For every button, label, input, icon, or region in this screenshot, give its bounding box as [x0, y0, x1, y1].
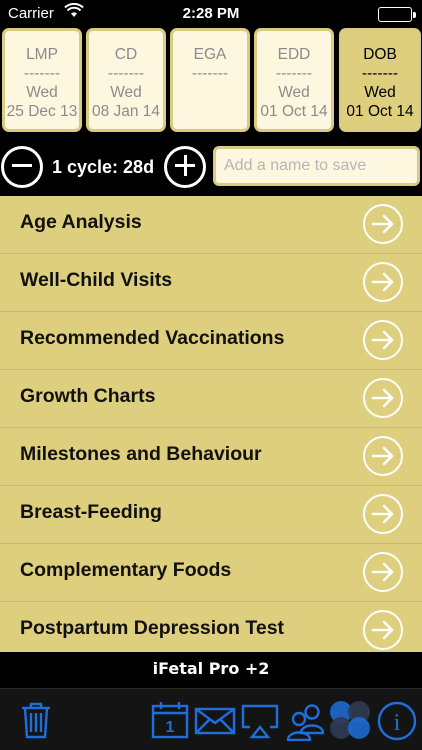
card-divider: -------: [107, 65, 145, 82]
cycle-length-label: 1 cycle: 28d: [52, 157, 155, 177]
menu-item-label: Recommended Vaccinations: [20, 327, 285, 349]
date-cards: LMP ------- Wed 25 Dec 13 CD ------- Wed…: [0, 28, 422, 134]
app-title: iFetal Pro +2: [0, 652, 422, 688]
menu-item-label: Age Analysis: [20, 211, 142, 233]
card-cd[interactable]: CD ------- Wed 08 Jan 14: [86, 28, 166, 132]
info-glyph: i: [394, 710, 401, 736]
card-date: 01 Oct 14: [260, 103, 328, 120]
card-day: Wed: [278, 84, 310, 101]
menu-item-label: Postpartum Depression Test: [20, 617, 285, 639]
card-day: Wed: [364, 84, 396, 101]
clock-time: 2:28 PM: [182, 5, 240, 22]
card-label: EDD: [277, 46, 311, 63]
card-label: EGA: [193, 46, 227, 63]
battery-icon: [378, 7, 416, 22]
card-divider: -------: [191, 65, 229, 82]
menu-item-breast-feeding[interactable]: Breast-Feeding: [0, 486, 422, 544]
card-label: LMP: [26, 46, 58, 63]
card-divider: -------: [275, 65, 313, 82]
card-edd[interactable]: EDD ------- Wed 01 Oct 14: [254, 28, 334, 132]
arrow-right-icon[interactable]: [363, 320, 403, 360]
decrease-cycle-button[interactable]: [1, 146, 43, 188]
increase-cycle-button[interactable]: [164, 146, 206, 188]
arrow-right-icon[interactable]: [363, 436, 403, 476]
card-date: 01 Oct 14: [346, 103, 414, 120]
menu-item-well-child-visits[interactable]: Well-Child Visits: [0, 254, 422, 312]
menu-item-milestones-and-behaviour[interactable]: Milestones and Behaviour: [0, 428, 422, 486]
card-lmp[interactable]: LMP ------- Wed 25 Dec 13: [2, 28, 82, 132]
info-icon[interactable]: i: [377, 701, 417, 746]
menu-item-label: Breast-Feeding: [20, 501, 162, 523]
menu-item-label: Complementary Foods: [20, 559, 232, 581]
menu-item-label: Well-Child Visits: [20, 269, 173, 291]
minus-icon: [12, 164, 32, 167]
card-label: CD: [114, 46, 138, 63]
mail-icon[interactable]: [194, 707, 236, 740]
bottom-toolbar: 1 i: [0, 688, 422, 750]
menu-item-growth-charts[interactable]: Growth Charts: [0, 370, 422, 428]
name-input[interactable]: [213, 146, 420, 186]
card-divider: -------: [361, 65, 399, 82]
menu-item-label: Growth Charts: [20, 385, 156, 407]
calendar-icon[interactable]: 1: [151, 701, 189, 744]
card-ega[interactable]: EGA -------: [170, 28, 250, 132]
arrow-right-icon[interactable]: [363, 552, 403, 592]
calendar-number: 1: [166, 719, 175, 736]
arrow-right-icon[interactable]: [363, 610, 403, 650]
card-date: 08 Jan 14: [91, 103, 161, 120]
card-label: DOB: [363, 46, 397, 63]
card-divider: -------: [23, 65, 61, 82]
status-bar: Carrier 2:28 PM: [0, 0, 422, 28]
contacts-icon[interactable]: [285, 703, 327, 746]
airplay-icon[interactable]: [240, 703, 280, 744]
card-dob[interactable]: DOB ------- Wed 01 Oct 14: [339, 28, 421, 132]
menu-item-postpartum-depression-test[interactable]: Postpartum Depression Test: [0, 602, 422, 652]
menu-list: Age Analysis Well-Child Visits Recommend…: [0, 196, 422, 652]
card-day: Wed: [110, 84, 142, 101]
card-date: 25 Dec 13: [6, 103, 78, 120]
menu-item-label: Milestones and Behaviour: [20, 443, 262, 465]
cycle-row: 1 cycle: 28d: [0, 140, 422, 196]
arrow-right-icon[interactable]: [363, 494, 403, 534]
card-day: Wed: [26, 84, 58, 101]
menu-item-age-analysis[interactable]: Age Analysis: [0, 196, 422, 254]
menu-item-recommended-vaccinations[interactable]: Recommended Vaccinations: [0, 312, 422, 370]
circles-icon[interactable]: [328, 699, 372, 746]
trash-icon[interactable]: [18, 701, 54, 744]
arrow-right-icon[interactable]: [363, 378, 403, 418]
arrow-right-icon[interactable]: [363, 262, 403, 302]
arrow-right-icon[interactable]: [363, 204, 403, 244]
menu-item-complementary-foods[interactable]: Complementary Foods: [0, 544, 422, 602]
